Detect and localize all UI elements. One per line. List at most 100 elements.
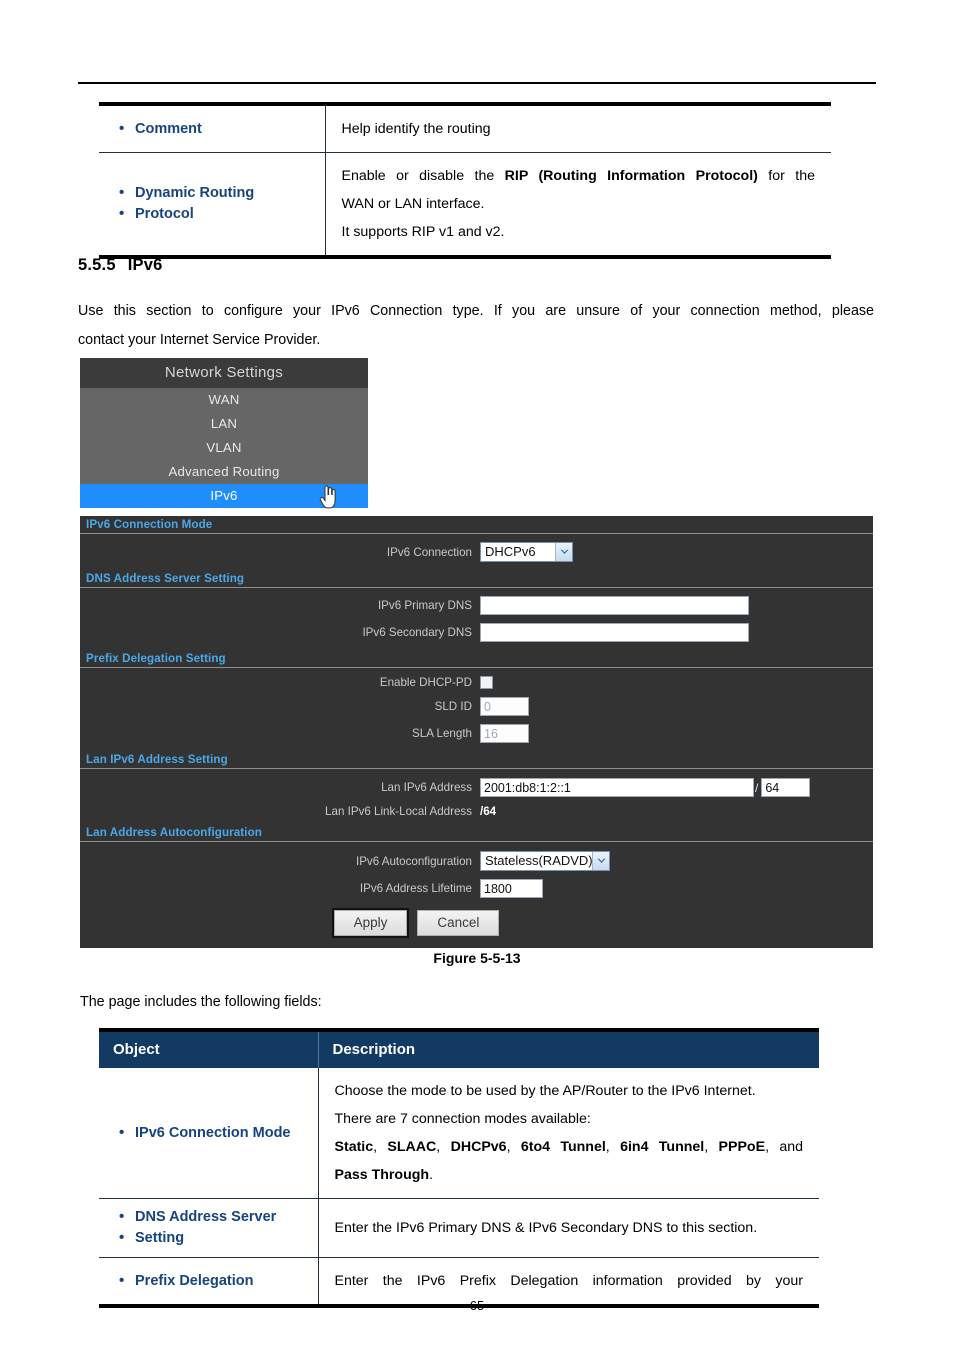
enable-dhcp-pd-label: Enable DHCP-PD <box>379 676 472 689</box>
fields-description-table: Object Description IPv6 Connection Mode … <box>99 1028 819 1308</box>
field-row-sla-length: SLA Length <box>80 720 873 751</box>
field-row-secondary-dns: IPv6 Secondary DNS <box>80 619 873 650</box>
sld-id-input[interactable] <box>480 697 529 716</box>
description-line: Static, SLAAC, DHCPv6, 6to4 Tunnel, 6in4… <box>334 1139 804 1155</box>
apply-button[interactable]: Apply <box>331 908 410 938</box>
description-line: Pass Through. <box>334 1167 434 1183</box>
description-line: WAN or LAN interface. <box>341 196 485 212</box>
section-title: IPv6 <box>127 256 163 274</box>
field-row-lan-ipv6-address: Lan IPv6 Address / <box>80 769 873 801</box>
lan-ipv6-address-input[interactable] <box>480 778 754 797</box>
link-local-value: /64 <box>480 805 497 818</box>
panel-button-row: Apply Cancel <box>0 902 873 942</box>
row-description-cell: Help identify the routing <box>325 106 831 153</box>
sidebar-item-ipv6[interactable]: IPv6 <box>80 484 368 509</box>
description-line: Choose the mode to be used by the AP/Rou… <box>334 1083 756 1099</box>
table-row: Comment Help identify the routing <box>99 106 831 153</box>
table-row: IPv6 Connection Mode Choose the mode to … <box>99 1068 819 1199</box>
paragraph-line: Use this section to configure your IPv6 … <box>78 303 874 319</box>
lan-ipv6-address-label: Lan IPv6 Address <box>381 781 472 794</box>
description-line: Help identify the routing <box>341 121 491 137</box>
address-lifetime-label: IPv6 Address Lifetime <box>359 882 472 895</box>
primary-dns-label: IPv6 Primary DNS <box>377 599 472 612</box>
sld-id-label: SLD ID <box>434 700 472 713</box>
description-line: Enter the IPv6 Primary DNS & IPv6 Second… <box>334 1220 758 1236</box>
autoconfiguration-select[interactable]: Stateless(RADVD) <box>480 851 610 871</box>
description-line: There are 7 connection modes available: <box>334 1111 591 1127</box>
section-header-dns: DNS Address Server Setting <box>80 570 873 588</box>
sidebar-item-advanced-routing[interactable]: Advanced Routing <box>80 460 368 484</box>
lan-ipv6-prefix-input[interactable] <box>761 778 811 797</box>
field-row-autoconfiguration: IPv6 Autoconfiguration Stateless(RADVD) <box>80 842 873 875</box>
sidebar-item-vlan[interactable]: VLAN <box>80 436 368 460</box>
section-number: 5.5.5 <box>78 256 116 274</box>
section-header-connection-mode: IPv6 Connection Mode <box>80 516 873 534</box>
field-row-enable-dhcp-pd: Enable DHCP-PD <box>80 668 873 693</box>
ipv6-connection-select[interactable]: DHCPv6 <box>480 542 573 562</box>
column-header-description: Description <box>318 1032 819 1068</box>
page-number: -65- <box>465 1298 489 1313</box>
prefix-separator: / <box>755 780 759 795</box>
section-paragraph: Use this section to configure your IPv6 … <box>78 297 874 355</box>
row-description-cell: Choose the mode to be used by the AP/Rou… <box>318 1068 819 1199</box>
column-header-object: Object <box>99 1032 319 1068</box>
top-properties-table: Comment Help identify the routing Dynami… <box>99 102 831 259</box>
intro-text: The page includes the following fields: <box>80 994 322 1010</box>
field-row-link-local: Lan IPv6 Link-Local Address /64 <box>80 801 873 824</box>
document-page: Comment Help identify the routing Dynami… <box>0 0 954 1350</box>
row-object-cell: Comment <box>99 106 326 153</box>
object-label: DNS Address Server <box>113 1206 308 1228</box>
object-label: IPv6 Connection Mode <box>113 1122 308 1144</box>
enable-dhcp-pd-checkbox[interactable] <box>480 676 493 689</box>
page-header-rule <box>78 82 876 84</box>
field-row-sld-id: SLD ID <box>80 693 873 720</box>
row-object-cell: DNS Address Server Setting <box>99 1198 319 1258</box>
field-row-primary-dns: IPv6 Primary DNS <box>80 588 873 619</box>
hand-pointer-icon <box>318 485 338 509</box>
sidebar-item-label: IPv6 <box>210 488 238 503</box>
network-settings-menu: Network Settings WAN LAN VLAN Advanced R… <box>80 358 368 509</box>
sidebar-item-lan[interactable]: LAN <box>80 412 368 436</box>
table-bottom-rule <box>99 255 831 259</box>
section-heading: 5.5.5 IPv6 <box>78 256 162 275</box>
section-header-lan-autoconfiguration: Lan Address Autoconfiguration <box>80 824 873 842</box>
table-row: Dynamic Routing Protocol Enable or disab… <box>99 152 831 255</box>
table-header-row: Object Description <box>99 1032 819 1068</box>
figure-caption: Figure 5-5-13 <box>433 950 521 966</box>
ipv6-connection-selected-value: DHCPv6 <box>485 544 536 559</box>
chevron-down-icon <box>592 852 609 870</box>
row-description-cell: Enable or disable the RIP (Routing Infor… <box>325 152 831 255</box>
autoconfiguration-selected-value: Stateless(RADVD) <box>485 853 593 868</box>
menu-title: Network Settings <box>80 358 368 388</box>
object-label: Dynamic Routing <box>113 182 315 204</box>
description-line: It supports RIP v1 and v2. <box>341 224 505 240</box>
link-local-label: Lan IPv6 Link-Local Address <box>325 805 472 818</box>
cancel-button[interactable]: Cancel <box>417 910 500 936</box>
ipv6-connection-label: IPv6 Connection <box>386 545 472 559</box>
row-object-cell: IPv6 Connection Mode <box>99 1068 319 1199</box>
autoconfiguration-label: IPv6 Autoconfiguration <box>355 854 472 868</box>
description-line: Enable or disable the RIP (Routing Infor… <box>341 168 816 184</box>
sidebar-item-wan[interactable]: WAN <box>80 388 368 412</box>
object-label: Prefix Delegation <box>113 1270 308 1292</box>
section-header-prefix-delegation: Prefix Delegation Setting <box>80 650 873 668</box>
object-label: Comment <box>113 118 315 140</box>
object-label-line2: Protocol <box>113 203 315 225</box>
object-label-line2: Setting <box>113 1227 308 1249</box>
field-row-address-lifetime: IPv6 Address Lifetime <box>80 875 873 902</box>
section-header-lan-ipv6-address: Lan IPv6 Address Setting <box>80 751 873 769</box>
field-row-ipv6-connection: IPv6 Connection DHCPv6 <box>80 534 873 570</box>
chevron-down-icon <box>555 543 572 561</box>
table-row: DNS Address Server Setting Enter the IPv… <box>99 1198 819 1258</box>
address-lifetime-input[interactable] <box>480 879 543 898</box>
row-object-cell: Dynamic Routing Protocol <box>99 152 326 255</box>
secondary-dns-label: IPv6 Secondary DNS <box>362 626 472 639</box>
primary-dns-input[interactable] <box>480 596 749 615</box>
ipv6-config-panel: IPv6 Connection Mode IPv6 Connection DHC… <box>80 516 873 948</box>
paragraph-line: contact your Internet Service Provider. <box>78 332 321 348</box>
sla-length-label: SLA Length <box>412 727 472 740</box>
secondary-dns-input[interactable] <box>480 623 749 642</box>
sla-length-input[interactable] <box>480 724 529 743</box>
description-line: Enter the IPv6 Prefix Delegation informa… <box>334 1273 804 1289</box>
row-description-cell: Enter the IPv6 Primary DNS & IPv6 Second… <box>318 1198 819 1258</box>
